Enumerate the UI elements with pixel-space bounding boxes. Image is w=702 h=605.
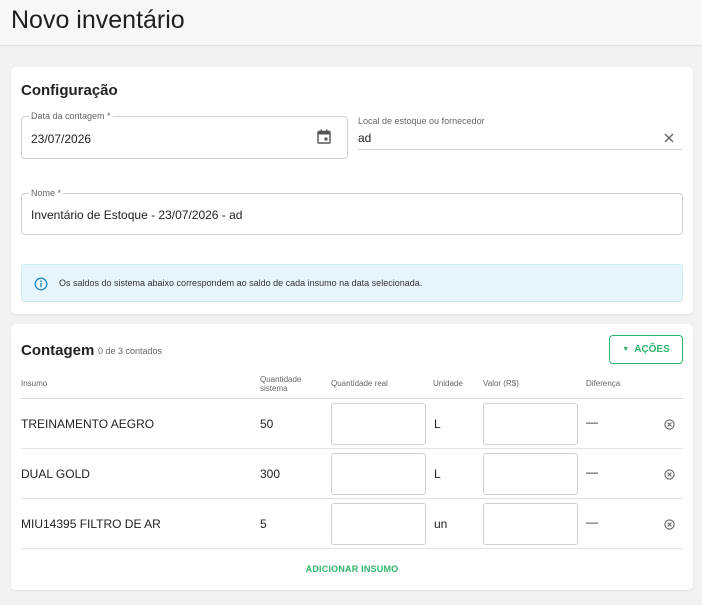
actions-button[interactable]: ▼ AÇÕES (609, 335, 683, 364)
col-system-qty-line2: sistema (260, 384, 288, 393)
actions-label: AÇÕES (634, 344, 670, 355)
name-value: Inventário de Estoque - 23/07/2026 - ad (31, 208, 243, 222)
date-value: 23/07/2026 (31, 132, 92, 146)
row-difference: — (586, 465, 598, 479)
name-field[interactable]: Nome * Inventário de Estoque - 23/07/202… (21, 187, 683, 235)
row-item: TREINAMENTO AEGRO (21, 417, 155, 431)
config-card: Configuração Data da contagem * 23/07/20… (11, 67, 693, 314)
close-icon[interactable] (664, 133, 674, 143)
location-label: Local de estoque ou fornecedor (358, 116, 485, 126)
caret-down-icon: ▼ (622, 346, 630, 353)
location-value: ad (358, 131, 372, 145)
row-unit: L (434, 417, 441, 431)
col-item: Insumo (21, 379, 48, 388)
col-system-qty-line1: Quantidade (260, 375, 302, 384)
row-difference: — (586, 415, 598, 429)
count-progress: 0 de 3 contados (98, 346, 163, 356)
value-input[interactable] (483, 503, 578, 545)
col-real-qty: Quantidade real (331, 379, 388, 388)
col-unit: Unidade (433, 379, 463, 388)
config-title: Configuração (21, 82, 118, 99)
info-icon (34, 277, 48, 291)
row-system-qty: 300 (260, 467, 281, 481)
page-header: Novo inventário (0, 0, 702, 46)
row-item: DUAL GOLD (21, 467, 90, 481)
real-qty-input[interactable] (331, 403, 426, 445)
row-difference: — (586, 515, 598, 529)
real-qty-input[interactable] (331, 453, 426, 495)
remove-circle-icon[interactable] (664, 419, 675, 430)
row-system-qty: 50 (260, 417, 274, 431)
location-field[interactable]: Local de estoque ou fornecedor ad (358, 116, 682, 150)
remove-circle-icon[interactable] (664, 519, 675, 530)
col-difference: Diferença (586, 379, 621, 388)
col-system-qty: Quantidade sistema (260, 375, 301, 393)
row-unit: L (434, 467, 441, 481)
table-row: TREINAMENTO AEGRO 50 L — (21, 399, 683, 449)
date-field[interactable]: Data da contagem * 23/07/2026 (21, 110, 348, 159)
date-label: Data da contagem * (29, 110, 113, 122)
add-item-button[interactable]: ADICIONAR INSUMO (11, 564, 693, 574)
table-row: MIU14395 FILTRO DE AR 5 un — (21, 499, 683, 549)
info-text: Os saldos do sistema abaixo correspondem… (59, 278, 423, 288)
row-unit: un (434, 517, 448, 531)
count-title: Contagem (21, 342, 95, 359)
row-system-qty: 5 (260, 517, 267, 531)
col-value: Valor (R$) (483, 379, 519, 388)
info-alert: Os saldos do sistema abaixo correspondem… (21, 264, 683, 302)
remove-circle-icon[interactable] (664, 469, 675, 480)
real-qty-input[interactable] (331, 503, 426, 545)
row-item: MIU14395 FILTRO DE AR (21, 517, 161, 531)
value-input[interactable] (483, 453, 578, 495)
value-input[interactable] (483, 403, 578, 445)
count-card: Contagem 0 de 3 contados ▼ AÇÕES Insumo … (11, 324, 693, 590)
calendar-icon[interactable] (317, 129, 331, 144)
page-title: Novo inventário (11, 6, 185, 34)
name-label: Nome * (29, 187, 64, 199)
table-row: DUAL GOLD 300 L — (21, 449, 683, 499)
